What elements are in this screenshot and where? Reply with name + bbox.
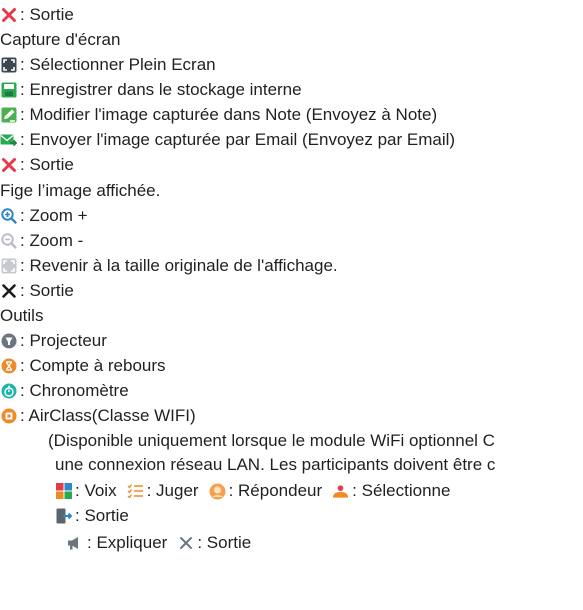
original-size-icon[interactable] (0, 258, 17, 275)
capture-item-label: : Modifier l'image capturée dans Note (E… (20, 105, 438, 124)
red-x-icon[interactable] (0, 157, 17, 174)
airclass-note-line-1: (Disponible uniquement lorsque le module… (48, 428, 495, 454)
airclass-icon[interactable] (0, 408, 17, 425)
tools-item-label: : Projecteur (20, 331, 107, 350)
black-x-icon[interactable] (0, 283, 17, 300)
capture-item-exit: : Sortie (0, 152, 74, 178)
tools-item-airclass: : AirClass(Classe WIFI) (0, 403, 196, 429)
capture-heading: Capture d'écran (0, 27, 120, 53)
select-person-icon[interactable] (332, 483, 349, 500)
airclass-exit-label: : Sortie (75, 506, 129, 525)
exit-line-top: : Sortie (0, 2, 74, 28)
freeze-item-label: : Sortie (20, 281, 74, 300)
tools-item-label: : Chronomètre (20, 381, 129, 400)
capture-item-label: : Sortie (20, 155, 74, 174)
airclass-select-label: : Sélectionne (352, 481, 451, 500)
capture-item-label: : Sélectionner Plein Ecran (20, 55, 216, 74)
full-screen-select-icon[interactable] (0, 57, 17, 74)
explain-exit-item: : Sortie (177, 530, 251, 556)
tools-heading: Outils (0, 303, 43, 329)
hourglass-icon[interactable] (0, 358, 17, 375)
airclass-voice-label: : Voix (75, 481, 117, 500)
tools-item-label: : Compte à rebours (20, 356, 166, 375)
judge-list-icon[interactable] (127, 483, 144, 500)
tools-item-stopwatch: : Chronomètre (0, 378, 129, 404)
responder-icon[interactable] (209, 483, 226, 500)
airclass-responder-label: : Répondeur (228, 481, 323, 500)
zoom-in-icon[interactable] (0, 208, 17, 225)
explain-row: : Expliquer : Sortie (67, 530, 261, 556)
airclass-select: : Sélectionne (332, 478, 450, 504)
airclass-exit: : Sortie (55, 503, 129, 529)
airclass-judge: : Juger (127, 478, 199, 504)
freeze-item-label: : Zoom + (20, 206, 88, 225)
capture-item-note: : Modifier l'image capturée dans Note (E… (0, 102, 437, 128)
tools-item-projector: : Projecteur (0, 328, 107, 354)
capture-item-save: : Enregistrer dans le stockage interne (0, 77, 302, 103)
airclass-note-text: (Disponible uniquement lorsque le module… (48, 431, 495, 450)
voice-abcd-icon[interactable] (55, 483, 72, 500)
freeze-item-zoom-in: : Zoom + (0, 203, 88, 229)
freeze-item-exit: : Sortie (0, 278, 74, 304)
freeze-item-original-size: : Revenir à la taille originale de l'aff… (0, 253, 338, 279)
megaphone-icon[interactable] (67, 535, 84, 552)
stopwatch-icon[interactable] (0, 383, 17, 400)
edit-note-icon[interactable] (0, 107, 17, 124)
airclass-note-text: une connexion réseau LAN. Les participan… (55, 455, 496, 474)
red-x-icon[interactable] (0, 7, 17, 24)
exit-label: : Sortie (20, 5, 74, 24)
airclass-responder: : Répondeur (209, 478, 323, 504)
projector-icon[interactable] (0, 333, 17, 350)
freeze-item-zoom-out: : Zoom - (0, 228, 83, 254)
explain-label: : Expliquer (87, 533, 168, 552)
exit-door-icon[interactable] (55, 508, 72, 525)
airclass-judge-label: : Juger (146, 481, 199, 500)
airclass-voice: : Voix (55, 478, 117, 504)
explain-exit-label: : Sortie (197, 533, 252, 552)
freeze-item-label: : Zoom - (20, 231, 84, 250)
explain-item: : Expliquer (67, 530, 167, 556)
gray-x-icon[interactable] (177, 535, 194, 552)
email-send-icon[interactable] (0, 132, 17, 149)
capture-item-label: : Envoyer l'image capturée par Email (En… (20, 130, 456, 149)
capture-heading-text: Capture d'écran (0, 30, 121, 49)
airclass-buttons-row: : Voix : Juger : Répondeur : Sélectionne (55, 478, 460, 504)
freeze-heading-text: Fige l’image affichée. (0, 181, 161, 200)
save-disk-icon[interactable] (0, 82, 17, 99)
airclass-note-line-2: une connexion réseau LAN. Les participan… (55, 452, 495, 478)
capture-item-fullscreen: : Sélectionner Plein Ecran (0, 52, 216, 78)
capture-item-label: : Enregistrer dans le stockage interne (20, 80, 302, 99)
tools-heading-text: Outils (0, 306, 44, 325)
tools-item-label: : AirClass(Classe WIFI) (20, 406, 196, 425)
capture-item-email: : Envoyer l'image capturée par Email (En… (0, 127, 455, 153)
tools-item-countdown: : Compte à rebours (0, 353, 166, 379)
zoom-out-icon[interactable] (0, 233, 17, 250)
freeze-heading: Fige l’image affichée. (0, 178, 160, 204)
freeze-item-label: : Revenir à la taille originale de l'aff… (20, 256, 338, 275)
